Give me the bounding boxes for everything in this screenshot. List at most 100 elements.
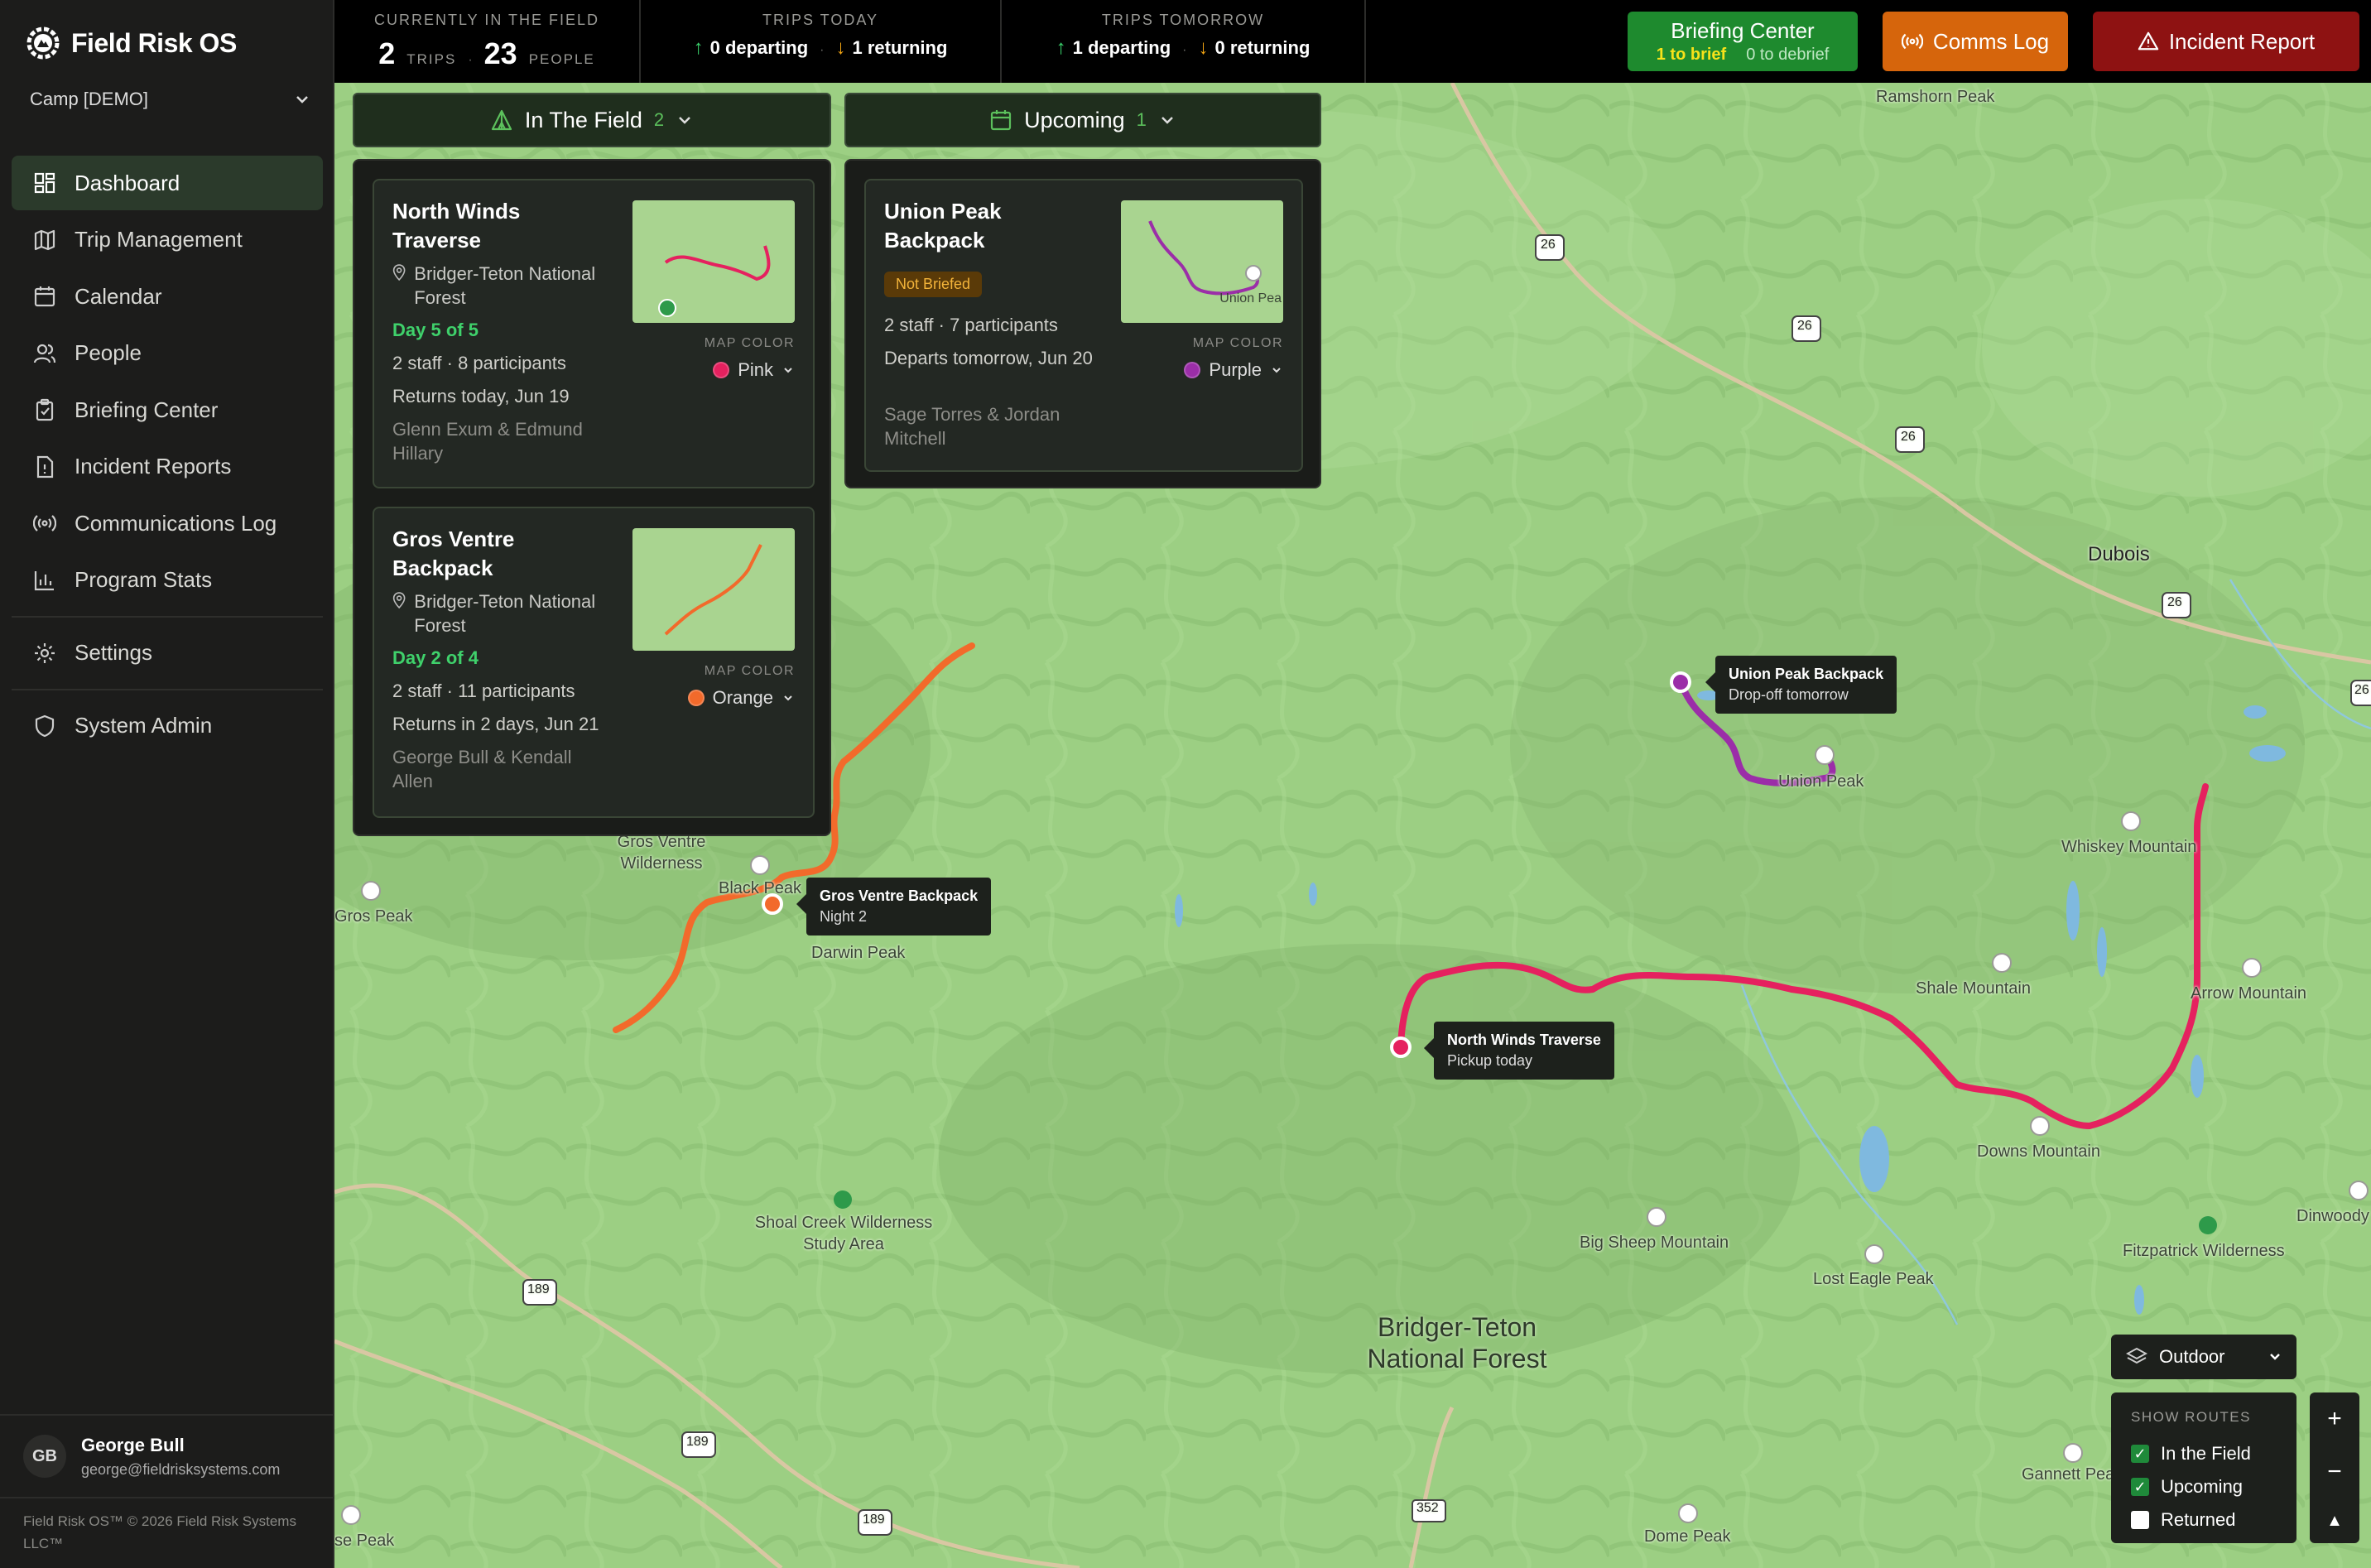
layers-icon: [2126, 1347, 2147, 1364]
map-color-label: MAP COLOR: [704, 336, 795, 350]
location-pin-icon: [392, 592, 406, 609]
chevron-down-icon: [1272, 368, 1281, 373]
compass-button[interactable]: ▲: [2326, 1512, 2343, 1531]
departing-label: 1 departing: [1072, 37, 1171, 58]
location-pin-icon: [392, 264, 406, 281]
broadcast-icon: [33, 515, 56, 531]
map-color-label: MAP COLOR: [704, 664, 795, 678]
north-winds-marker[interactable]: [1390, 1037, 1412, 1058]
trip-day: Day 5 of 5: [392, 320, 479, 340]
place-label: Gros Peak: [334, 907, 413, 926]
nav-calendar[interactable]: Calendar: [12, 269, 323, 324]
tent-icon: [491, 109, 512, 131]
dot-separator: ·: [820, 43, 825, 57]
route-toggle-in-field[interactable]: ✓ In the Field: [2131, 1437, 2296, 1470]
trip-departs: Departs tomorrow, Jun 20: [884, 348, 1093, 368]
panel-label: Upcoming: [1024, 107, 1125, 132]
tooltip-subtitle: Night 2: [820, 908, 868, 925]
nav-communications-log[interactable]: Communications Log: [12, 496, 323, 551]
chevron-down-icon: [2270, 1354, 2280, 1360]
route-thumbnail[interactable]: [632, 200, 795, 323]
trip-staff: 2 staff · 11 participants: [392, 681, 575, 701]
user-profile[interactable]: GB George Bull george@fieldrisksystems.c…: [0, 1414, 334, 1498]
nav-dashboard[interactable]: Dashboard: [12, 156, 323, 210]
place-label: Big Sheep Mountain: [1580, 1234, 1729, 1252]
map-style-select[interactable]: Outdoor: [2111, 1335, 2296, 1379]
place-label: Gannett Pea: [2022, 1465, 2115, 1484]
place-label: Downs Mountain: [1977, 1142, 2100, 1161]
place-label: Lost Eagle Peak: [1813, 1270, 1934, 1288]
route-tooltip-union-peak[interactable]: Union Peak Backpack Drop-off tomorrow: [1705, 656, 1897, 714]
to-debrief-count: 0 to debrief: [1746, 46, 1830, 64]
checkbox-checked[interactable]: ✓: [2131, 1445, 2149, 1463]
trip-card-north-winds[interactable]: North Winds Traverse Bridger-Teton Natio…: [373, 179, 815, 488]
briefing-center-button[interactable]: Briefing Center 1 to brief 0 to debrief: [1628, 12, 1858, 71]
hwy-label: 26: [1541, 238, 1556, 252]
main-nav: Dashboard Trip Management Calendar Peopl…: [12, 156, 323, 755]
color-swatch: [687, 690, 705, 706]
user-name: George Bull: [81, 1434, 185, 1455]
to-brief-count: 1 to brief: [1656, 46, 1727, 64]
panel-count: 1: [1136, 109, 1147, 130]
nav-label: Calendar: [75, 283, 162, 309]
union-peak-marker[interactable]: [1670, 671, 1691, 693]
route-tooltip-north-winds[interactable]: North Winds Traverse Pickup today: [1424, 1022, 1614, 1080]
trip-returns: Returns in 2 days, Jun 21: [392, 714, 599, 734]
top-bar: CURRENTLY IN THE FIELD 2 TRIPS · 23 PEOP…: [334, 0, 2371, 83]
route-toggle-label: Upcoming: [2161, 1476, 2244, 1497]
checkbox-unchecked[interactable]: [2131, 1511, 2149, 1529]
not-briefed-badge: Not Briefed: [884, 272, 983, 297]
map-color-select[interactable]: Purple: [1184, 359, 1283, 381]
comms-log-button[interactable]: Comms Log: [1883, 12, 2068, 71]
trip-title: Gros Ventre Backpack: [392, 527, 515, 580]
place-label: Dubois: [2088, 543, 2150, 565]
hwy-label: 189: [527, 1282, 550, 1296]
incident-report-button[interactable]: Incident Report: [2093, 12, 2359, 71]
show-routes-panel: SHOW ROUTES ✓ In the Field ✓ Upcoming Re…: [2111, 1392, 2296, 1543]
route-thumbnail[interactable]: [632, 528, 795, 651]
tooltip-subtitle: Pickup today: [1447, 1052, 1533, 1069]
place-label: Dinwoody: [2296, 1207, 2369, 1225]
trip-staff: 2 staff · 7 participants: [884, 315, 1058, 335]
nav-trip-management[interactable]: Trip Management: [12, 213, 323, 267]
route-toggle-returned[interactable]: Returned: [2131, 1503, 2296, 1537]
route-tooltip-gros-ventre[interactable]: Gros Ventre Backpack Night 2: [796, 878, 992, 936]
zoom-out-button[interactable]: −: [2327, 1458, 2342, 1486]
route-toggle-upcoming[interactable]: ✓ Upcoming: [2131, 1470, 2296, 1503]
hwy-label: 26: [1901, 430, 1916, 444]
map-color-select[interactable]: Orange: [687, 687, 795, 709]
report-icon: [36, 455, 54, 478]
route-thumbnail-map: [658, 245, 771, 317]
nav-system-admin[interactable]: System Admin: [12, 699, 323, 753]
trip-location: Bridger-Teton National Forest: [392, 589, 608, 637]
nav-people[interactable]: People: [12, 326, 323, 381]
route-thumbnail[interactable]: Union Pea: [1121, 200, 1283, 323]
trip-card-union-peak[interactable]: Union Peak Backpack Not Briefed 2 staff …: [864, 179, 1303, 472]
camp-select[interactable]: Camp [DEMO]: [30, 83, 311, 116]
nav-program-stats[interactable]: Program Stats: [12, 553, 323, 608]
location-label: Bridger-Teton National Forest: [414, 591, 596, 636]
nav-label: Settings: [75, 640, 152, 665]
stat-in-field: CURRENTLY IN THE FIELD 2 TRIPS · 23 PEOP…: [334, 0, 641, 83]
returning-tomorrow: ↓ 0 returning: [1199, 36, 1311, 60]
app-logo[interactable]: Field Risk OS: [23, 23, 237, 63]
map-color-select[interactable]: Pink: [713, 359, 795, 381]
hwy-label: 352: [1416, 1501, 1439, 1515]
avatar: GB: [23, 1435, 66, 1478]
stat-trips-today: TRIPS TODAY ↑ 0 departing · ↓ 1 returning: [641, 0, 1002, 83]
nav-label: Communications Log: [75, 510, 277, 536]
map-color-value: Purple: [1209, 359, 1262, 380]
in-field-panel-toggle[interactable]: In The Field 2: [353, 93, 831, 147]
nav-settings[interactable]: Settings: [12, 626, 323, 681]
checkbox-checked[interactable]: ✓: [2131, 1478, 2149, 1496]
arrow-up-icon: ↑: [693, 36, 704, 59]
stat-title: TRIPS TOMORROW: [1101, 12, 1265, 28]
trip-card-gros-ventre[interactable]: Gros Ventre Backpack Bridger-Teton Natio…: [373, 507, 815, 818]
nav-incident-reports[interactable]: Incident Reports: [12, 440, 323, 494]
zoom-in-button[interactable]: +: [2327, 1405, 2342, 1433]
arrow-down-icon: ↓: [1198, 36, 1209, 59]
nav-briefing-center[interactable]: Briefing Center: [12, 382, 323, 437]
upcoming-panel-toggle[interactable]: Upcoming 1: [844, 93, 1321, 147]
nav-label: Program Stats: [75, 567, 213, 592]
nav-label: People: [75, 340, 142, 365]
